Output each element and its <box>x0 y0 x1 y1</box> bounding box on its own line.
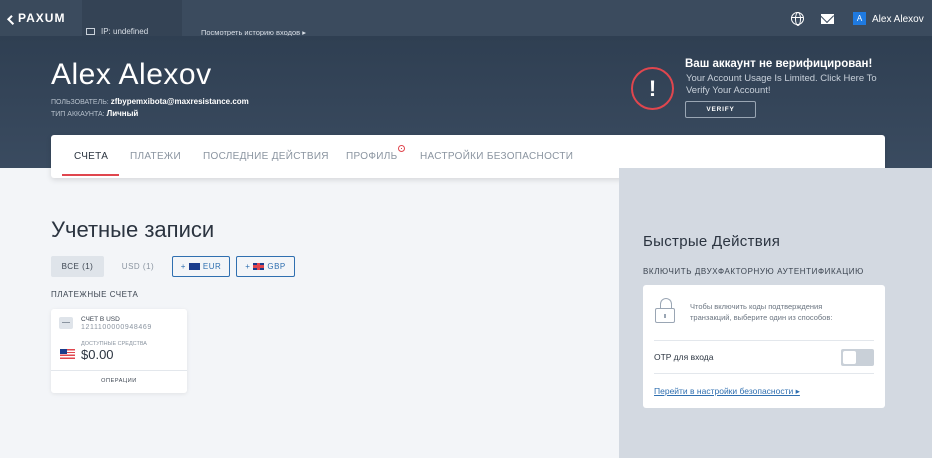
two-factor-card: Чтобы включить коды подтверждения транза… <box>643 285 885 408</box>
otp-login-label: OTP для входа <box>654 352 714 362</box>
payment-accounts-label: ПЛАТЕЖНЫЕ СЧЕТА <box>51 290 139 299</box>
ip-info: IP: undefined <box>86 27 148 36</box>
add-eur-button[interactable]: + EUR <box>172 256 230 277</box>
tab-payments[interactable]: ПЛАТЕЖИ <box>130 151 181 162</box>
security-settings-link[interactable]: Перейти в настройки безопасности ▸ <box>654 386 800 397</box>
account-card[interactable]: СЧЕТ В USD 1211100000948469 ДОСТУПНЫЕ СР… <box>51 309 187 393</box>
ip-text: IP: undefined <box>101 27 149 36</box>
tab-accounts[interactable]: СЧЕТА <box>74 151 108 162</box>
tab-security-settings[interactable]: НАСТРОЙКИ БЕЗОПАСНОСТИ <box>420 151 573 162</box>
divider <box>51 370 187 371</box>
lock-icon <box>655 298 675 323</box>
otp-login-toggle[interactable] <box>841 349 874 366</box>
accounts-title: Учетные записи <box>51 217 215 242</box>
tab-recent-activity[interactable]: ПОСЛЕДНИЕ ДЕЙСТВИЯ <box>203 151 329 162</box>
divider <box>654 373 874 374</box>
profile-alert-icon <box>398 145 405 152</box>
two-factor-label: ВКЛЮЧИТЬ ДВУХФАКТОРНУЮ АУТЕНТИФИКАЦИЮ <box>643 267 864 276</box>
filter-usd[interactable]: USD (1) <box>112 256 164 277</box>
verification-warning-text[interactable]: Your Account Usage Is Limited. Click Her… <box>686 73 886 97</box>
two-factor-description: Чтобы включить коды подтверждения транза… <box>690 302 833 322</box>
verify-button[interactable]: VERIFY <box>685 101 756 118</box>
mail-icon[interactable] <box>821 14 834 24</box>
quick-actions-title: Быстрые Действия <box>643 233 781 250</box>
card-icon <box>59 317 73 329</box>
user-email: zfbypemxibota@maxresistance.com <box>110 97 249 106</box>
brand-name: PAXUM <box>18 11 66 25</box>
account-number: 1211100000948469 <box>81 324 152 331</box>
user-meta: ПОЛЬЗОВАТЕЛЬ: zfbypemxibota@maxresistanc… <box>51 97 249 106</box>
avatar[interactable]: A <box>853 12 866 25</box>
gbp-label: GBP <box>267 262 286 271</box>
filter-all[interactable]: ВСЕ (1) <box>51 256 104 277</box>
eur-label: EUR <box>202 262 222 271</box>
user-label: ПОЛЬЗОВАТЕЛЬ: <box>51 99 109 106</box>
account-type-value: Личный <box>106 109 139 118</box>
add-gbp-button[interactable]: + GBP <box>236 256 295 277</box>
account-name: СЧЕТ В USD <box>81 316 120 323</box>
globe-icon[interactable] <box>791 12 804 26</box>
account-balance: $0.00 <box>81 347 114 362</box>
tab-profile[interactable]: ПРОФИЛЬ <box>346 151 397 162</box>
active-tab-indicator <box>62 174 119 176</box>
plus-icon: + <box>180 262 186 271</box>
verification-warning-title: Ваш аккаунт не верифицирован! <box>685 58 873 70</box>
warning-icon: ! <box>631 67 674 110</box>
computer-icon <box>86 28 95 35</box>
account-type-label: ТИП АККАУНТА: <box>51 111 105 118</box>
divider <box>654 340 874 341</box>
eu-flag-icon <box>188 263 200 270</box>
us-flag-icon <box>60 349 75 359</box>
account-type-meta: ТИП АККАУНТА: Личный <box>51 109 138 118</box>
plus-icon: + <box>245 262 251 271</box>
logo-chevron-icon <box>7 14 17 25</box>
uk-flag-icon <box>253 263 265 270</box>
page-title: Alex Alexov <box>51 58 212 91</box>
operations-link[interactable]: ОПЕРАЦИИ <box>51 378 187 384</box>
user-menu-name[interactable]: Alex Alexov <box>872 14 924 25</box>
paxum-logo[interactable]: PAXUM <box>0 0 70 36</box>
